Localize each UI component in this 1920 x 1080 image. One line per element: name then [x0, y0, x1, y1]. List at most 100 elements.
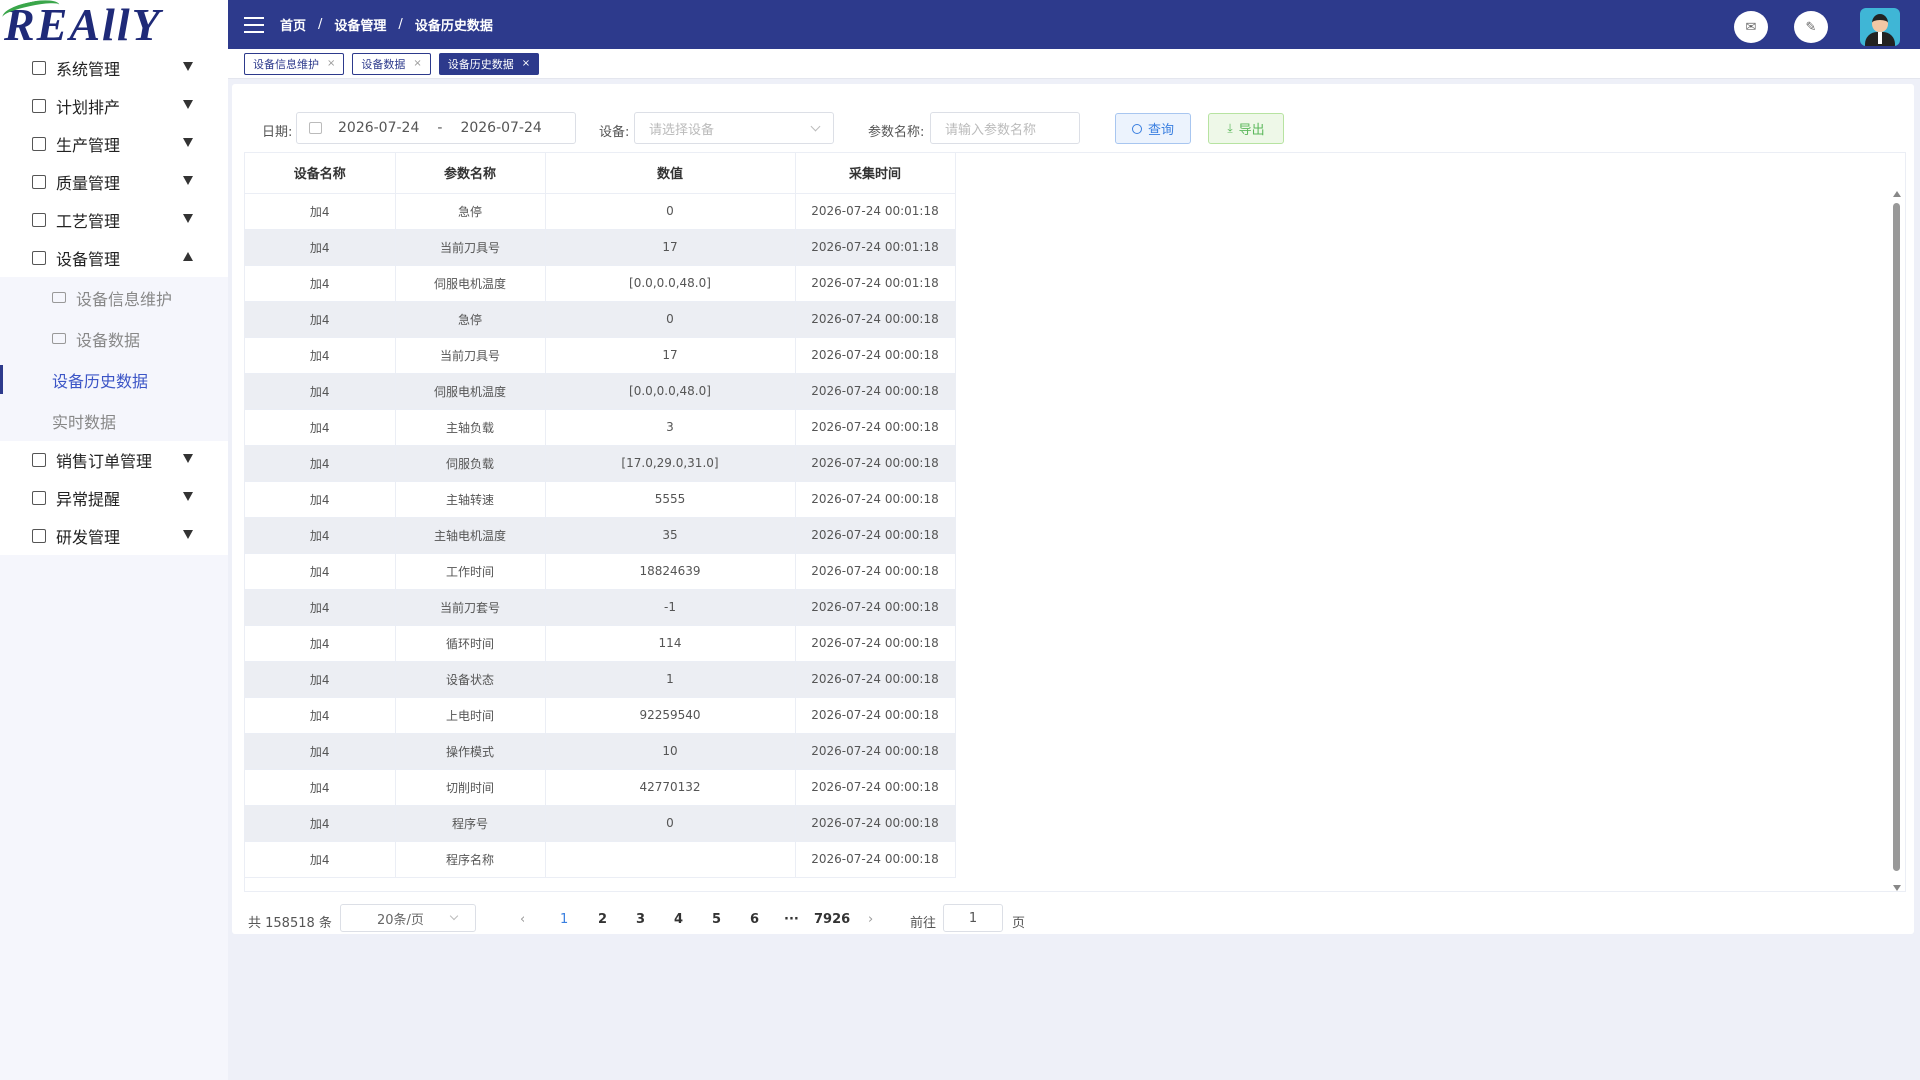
table-row[interactable]: 加4 当前刀套号 -1 2026-07-24 00:00:18 [245, 589, 956, 626]
submenu-item-device-info[interactable]: 设备信息维护 [0, 277, 228, 318]
export-button[interactable]: ⤓ 导出 [1208, 113, 1284, 144]
date-range-picker[interactable]: 2026-07-24 - 2026-07-24 [296, 112, 576, 144]
table-row[interactable]: 加4 当前刀具号 17 2026-07-24 00:01:18 [245, 229, 956, 266]
column-header-value[interactable]: 数值 [545, 153, 796, 194]
machine-icon [32, 251, 46, 265]
date-start[interactable]: 2026-07-24 [338, 120, 419, 136]
table-row[interactable]: 加4 工作时间 18824639 2026-07-24 00:00:18 [245, 553, 956, 590]
sidebar-item-process[interactable]: 工艺管理 [0, 201, 228, 239]
page-number[interactable]: 6 [750, 912, 759, 927]
table-row[interactable]: 加4 伺服电机温度 [0.0,0.0,48.0] 2026-07-24 00:00:1… [245, 373, 956, 410]
table-body: 加4 急停 0 2026-07-24 00:01:18 加4 当前刀具号 17 2026-07… [245, 193, 956, 878]
scroll-up-icon[interactable] [1893, 191, 1901, 197]
goto-page-input[interactable]: 1 [943, 904, 1003, 932]
close-icon[interactable]: × [522, 58, 530, 69]
table-header-row: 设备名称 参数名称 数值 采集时间 [245, 153, 956, 194]
cell-param: 程序名称 [395, 841, 546, 878]
table-row[interactable]: 加4 上电时间 92259540 2026-07-24 00:00:18 [245, 697, 956, 734]
sidebar-item-rnd[interactable]: 研发管理 [0, 517, 228, 555]
page-number[interactable]: 2 [598, 912, 607, 927]
sidebar-item-equipment[interactable]: 设备管理 [0, 239, 228, 277]
page-number[interactable]: 1 [560, 912, 568, 927]
cell-time: 2026-07-24 00:00:18 [795, 553, 956, 590]
sidebar-item-planning[interactable]: 计划排产 [0, 87, 228, 125]
cell-time: 2026-07-24 00:00:18 [795, 589, 956, 626]
caret-down-icon [183, 214, 193, 223]
sidebar-item-quality[interactable]: 质量管理 [0, 163, 228, 201]
breadcrumb-equipment[interactable]: 设备管理 [334, 15, 386, 34]
cell-param: 工作时间 [395, 553, 546, 590]
cell-value: 1 [545, 661, 796, 698]
sidebar-item-label: 质量管理 [56, 174, 121, 193]
table-row[interactable]: 加4 当前刀具号 17 2026-07-24 00:00:18 [245, 337, 956, 374]
date-end[interactable]: 2026-07-24 [460, 120, 541, 136]
sidebar-item-system[interactable]: 系统管理 [0, 49, 228, 87]
close-icon[interactable]: × [327, 58, 335, 69]
sidebar-item-label: 销售订单管理 [56, 452, 153, 471]
table-row[interactable]: 加4 主轴转速 5555 2026-07-24 00:00:18 [245, 481, 956, 518]
caret-down-icon [183, 454, 193, 463]
submenu-item-device-history[interactable]: 设备历史数据 [0, 359, 228, 400]
machine-icon [52, 292, 66, 303]
cell-device: 加4 [245, 625, 396, 662]
close-icon[interactable]: × [413, 58, 421, 69]
page-number-last[interactable]: 7926 [814, 912, 850, 927]
scroll-down-icon[interactable] [1893, 885, 1901, 891]
submenu-item-device-data[interactable]: 设备数据 [0, 318, 228, 359]
cell-device: 加4 [245, 805, 396, 842]
table-row[interactable]: 加4 急停 0 2026-07-24 00:00:18 [245, 301, 956, 338]
avatar[interactable] [1860, 8, 1900, 46]
device-placeholder: 请选择设备 [649, 122, 715, 138]
page-number[interactable]: 4 [674, 912, 683, 927]
table-row[interactable]: 加4 操作模式 10 2026-07-24 00:00:18 [245, 733, 956, 770]
table-row[interactable]: 加4 程序名称 2026-07-24 00:00:18 [245, 841, 956, 878]
history-table: 设备名称 参数名称 数值 采集时间 加4 急停 0 2026-07-24 00:01:… [244, 152, 1906, 892]
tab-device-data[interactable]: 设备数据 × [352, 52, 431, 75]
table-row[interactable]: 加4 伺服负载 [17.0,29.0,31.0] 2026-07-24 00:00:1… [245, 445, 956, 482]
device-label: 设备: [599, 125, 630, 140]
receipt-icon [32, 453, 46, 467]
tab-device-history[interactable]: 设备历史数据 × [438, 52, 540, 75]
cell-time: 2026-07-24 00:01:18 [795, 193, 956, 230]
column-header-param[interactable]: 参数名称 [395, 153, 546, 194]
chevron-down-icon [810, 121, 821, 132]
page-number[interactable]: 5 [712, 912, 721, 927]
hamburger-icon[interactable] [244, 16, 264, 33]
table-row[interactable]: 加4 程序号 0 2026-07-24 00:00:18 [245, 805, 956, 842]
table-row[interactable]: 加4 设备状态 1 2026-07-24 00:00:18 [245, 661, 956, 698]
tab-device-info[interactable]: 设备信息维护 × [244, 52, 345, 75]
cell-device: 加4 [245, 841, 396, 878]
sidebar-item-production[interactable]: 生产管理 [0, 125, 228, 163]
next-page-icon[interactable]: › [868, 912, 873, 927]
cell-param: 当前刀具号 [395, 229, 546, 266]
device-select[interactable]: 请选择设备 [634, 112, 834, 144]
mail-icon[interactable]: ✉ [1734, 11, 1768, 43]
page-number[interactable]: 3 [636, 912, 645, 927]
cell-value: [0.0,0.0,48.0] [545, 265, 796, 302]
monitor-icon [32, 61, 46, 75]
param-label: 参数名称: [868, 125, 925, 140]
breadcrumb: 首页 / 设备管理 / 设备历史数据 [280, 15, 493, 34]
sidebar-item-alerts[interactable]: 异常提醒 [0, 479, 228, 517]
page-size-select[interactable]: 20条/页 [340, 904, 476, 932]
column-header-device[interactable]: 设备名称 [245, 153, 396, 194]
table-row[interactable]: 加4 主轴负载 3 2026-07-24 00:00:18 [245, 409, 956, 446]
table-row[interactable]: 加4 急停 0 2026-07-24 00:01:18 [245, 193, 956, 230]
query-button[interactable]: 查询 [1115, 113, 1191, 144]
cell-value: 17 [545, 229, 796, 266]
submenu-item-realtime[interactable]: 实时数据 [0, 400, 228, 441]
breadcrumb-home[interactable]: 首页 [280, 15, 306, 34]
sidebar-item-sales[interactable]: 销售订单管理 [0, 441, 228, 479]
table-row[interactable]: 加4 伺服电机温度 [0.0,0.0,48.0] 2026-07-24 00:01:1… [245, 265, 956, 302]
table-row[interactable]: 加4 主轴电机温度 35 2026-07-24 00:00:18 [245, 517, 956, 554]
table-row[interactable]: 加4 循环时间 114 2026-07-24 00:00:18 [245, 625, 956, 662]
param-name-input[interactable]: 请输入参数名称 [930, 112, 1080, 144]
prev-page-icon[interactable]: ‹ [520, 912, 525, 927]
vertical-scrollbar[interactable] [1891, 191, 1903, 891]
edit-icon[interactable]: ✎ [1794, 11, 1828, 43]
page-ellipsis[interactable]: ··· [784, 912, 799, 927]
cell-value: [0.0,0.0,48.0] [545, 373, 796, 410]
table-row[interactable]: 加4 切削时间 42770132 2026-07-24 00:00:18 [245, 769, 956, 806]
column-header-time[interactable]: 采集时间 [795, 153, 956, 194]
scrollbar-thumb[interactable] [1893, 203, 1900, 871]
